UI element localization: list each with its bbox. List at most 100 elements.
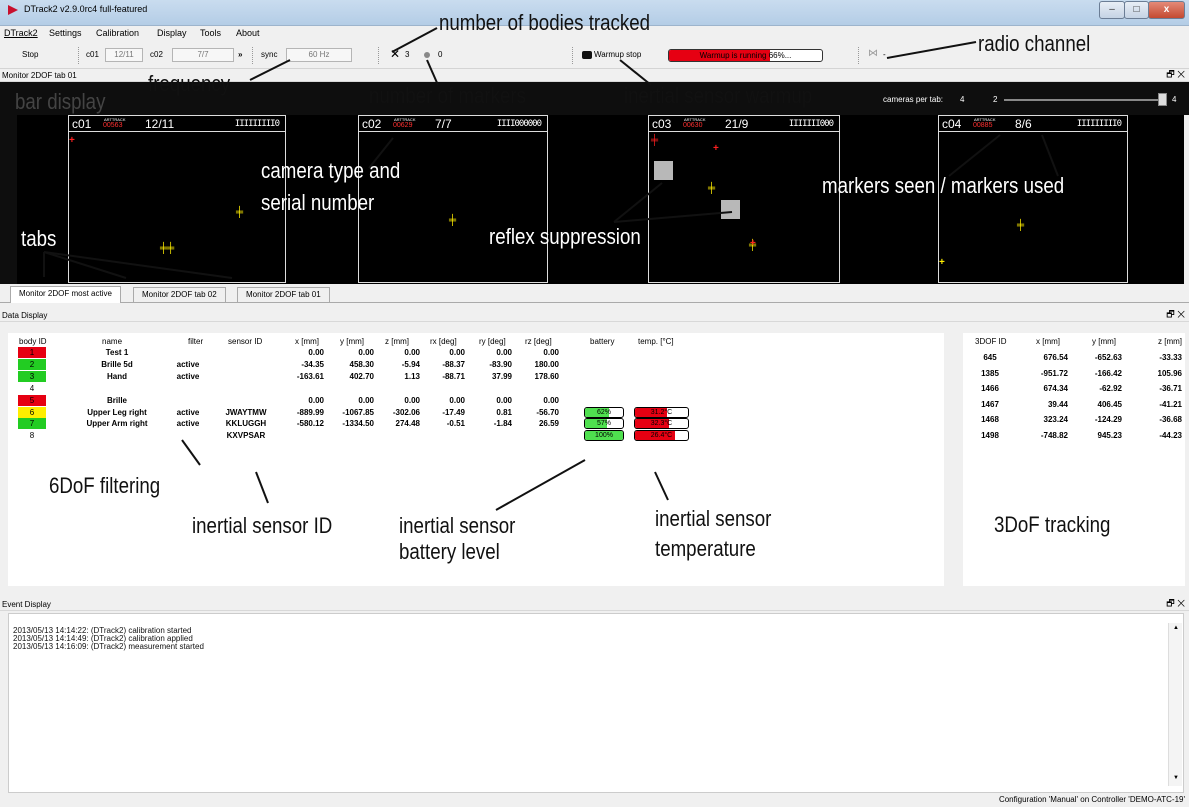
sync-label: sync bbox=[261, 50, 278, 59]
annotation-radio: radio channel bbox=[978, 31, 1091, 56]
body-id-cell[interactable]: 6 bbox=[18, 406, 46, 418]
camera-marker-count: 7/7 bbox=[435, 117, 452, 131]
dof3-header: x [mm] bbox=[1036, 337, 1060, 346]
marker-icon bbox=[424, 52, 430, 58]
toolbar-separator bbox=[252, 47, 253, 64]
annotation-filtering: 6DoF filtering bbox=[49, 473, 161, 498]
camera-serial: 00885 bbox=[973, 122, 993, 129]
close-button[interactable]: x bbox=[1148, 1, 1185, 19]
cameras-per-tab-value: 4 bbox=[960, 95, 965, 104]
cam1-markers-field: 12/11 bbox=[105, 48, 143, 62]
body-id-cell[interactable]: 2 bbox=[18, 358, 46, 370]
event-panel-title: Event Display bbox=[2, 600, 51, 609]
table-cell-rz: 0.00 bbox=[543, 395, 559, 405]
body-id-cell[interactable]: 1 bbox=[18, 347, 46, 358]
event-scrollbar[interactable]: ▲ ▼ bbox=[1168, 623, 1182, 786]
body-id-cell[interactable]: 5 bbox=[18, 394, 46, 406]
tab-monitor-most-active[interactable]: Monitor 2DOF most active bbox=[10, 286, 121, 303]
battery-text: 62% bbox=[596, 408, 611, 416]
table-cell-name: Upper Arm right bbox=[86, 419, 148, 429]
table-cell-y: 458.30 bbox=[349, 359, 374, 369]
camera-marker-count: 8/6 bbox=[1015, 117, 1032, 131]
menu-calibration[interactable]: Calibration bbox=[96, 28, 139, 38]
camera-header: c03 ARTTRACK 00630 21/9 IIIIIII000 bbox=[649, 116, 839, 132]
dof3-cell: -41.21 bbox=[1159, 399, 1182, 409]
table-header: ry [deg] bbox=[479, 337, 506, 346]
minimize-button[interactable]: – bbox=[1099, 1, 1125, 19]
marker-red: + bbox=[69, 135, 75, 146]
dof3-cell: -36.71 bbox=[1159, 384, 1182, 393]
cameras-slider-thumb[interactable] bbox=[1158, 93, 1167, 106]
table-cell-x: -889.99 bbox=[296, 407, 324, 417]
dof3-cell: -748.82 bbox=[1040, 430, 1068, 440]
dof3-cell: 323.24 bbox=[1043, 415, 1068, 424]
menu-tools[interactable]: Tools bbox=[200, 28, 221, 38]
marker-red: + bbox=[750, 238, 756, 249]
dof3-cell: 1385 bbox=[981, 368, 999, 378]
camera-signal-bars: IIIIIIIII0 bbox=[1076, 119, 1122, 129]
table-cell-sensor: KKLUGGH bbox=[225, 419, 267, 429]
table-cell-filter: active bbox=[176, 359, 200, 369]
table-cell-ry: 0.00 bbox=[496, 348, 512, 357]
tab-monitor-tab-01[interactable]: Monitor 2DOF tab 01 bbox=[237, 287, 330, 302]
dof3-cell: -33.33 bbox=[1159, 353, 1182, 362]
tab-monitor-tab-02[interactable]: Monitor 2DOF tab 02 bbox=[133, 287, 226, 302]
monitor-left-strip bbox=[0, 115, 17, 284]
camera-serial: 00630 bbox=[683, 122, 703, 129]
camera-signal-bars: IIII000000 bbox=[496, 119, 542, 129]
table-cell-ry: 37.99 bbox=[491, 371, 512, 381]
menu-display[interactable]: Display bbox=[157, 28, 187, 38]
dof3-cell: -652.63 bbox=[1094, 353, 1122, 362]
menu-dtrack2[interactable]: DTrack2 bbox=[4, 28, 38, 38]
body-id-cell[interactable]: 7 bbox=[18, 418, 46, 430]
data-panel-title: Data Display bbox=[2, 311, 48, 320]
dof3-header: z [mm] bbox=[1158, 337, 1182, 346]
annotation-bar-display: bar display bbox=[15, 89, 106, 114]
panel-float-close-icon[interactable]: 🗗 ✕ bbox=[1166, 69, 1185, 80]
annotation-camera-type-2: serial number bbox=[261, 190, 375, 215]
table-cell-name: Brille 5d bbox=[101, 359, 133, 369]
table-cell-ry: -1.84 bbox=[493, 419, 512, 429]
dof3-cell: 945.23 bbox=[1097, 430, 1122, 440]
table-cell-filter: active bbox=[176, 371, 200, 381]
table-cell-y: -1334.50 bbox=[342, 419, 374, 429]
table-cell-rx: 0.00 bbox=[449, 348, 465, 357]
table-cell-rx: -0.51 bbox=[446, 419, 465, 429]
camera-id: c04 bbox=[942, 117, 962, 131]
cameras-slider-track[interactable] bbox=[1004, 99, 1166, 101]
table-cell-name: Test 1 bbox=[105, 348, 129, 357]
more-chevron-icon[interactable]: » bbox=[238, 50, 242, 59]
battery-level-bar: 57% bbox=[584, 418, 624, 430]
toolbar-separator bbox=[78, 47, 79, 64]
dof3-cell: 674.34 bbox=[1043, 384, 1068, 393]
scroll-down-icon[interactable]: ▼ bbox=[1173, 775, 1179, 781]
table-cell-x: -163.61 bbox=[296, 371, 324, 381]
scroll-up-icon[interactable]: ▲ bbox=[1173, 625, 1179, 631]
table-header: rz [deg] bbox=[525, 337, 552, 346]
camera-marker-count: 12/11 bbox=[145, 117, 175, 131]
panel-float-close-icon[interactable]: 🗗 ✕ bbox=[1166, 309, 1185, 320]
marker-yellow: ╪ bbox=[449, 215, 457, 226]
camera-header: c02 ARTTRACK 00629 7/7 IIII000000 bbox=[359, 116, 547, 132]
menu-settings[interactable]: Settings bbox=[49, 28, 82, 38]
body-id-cell[interactable]: 8 bbox=[18, 430, 46, 441]
warmup-stop-button[interactable]: Warmup stop bbox=[594, 50, 641, 59]
camera-header: c04 ARTTRACK 00885 8/6 IIIIIIIII0 bbox=[939, 116, 1127, 132]
monitor-panel-title: Monitor 2DOF tab 01 bbox=[2, 71, 77, 80]
table-header: body ID bbox=[19, 337, 47, 346]
stop-button[interactable]: Stop bbox=[22, 50, 38, 59]
bodies-icon: ✕ bbox=[390, 47, 401, 61]
menu-about[interactable]: About bbox=[236, 28, 260, 38]
body-id-cell[interactable]: 3 bbox=[18, 370, 46, 382]
cam1-label: c01 bbox=[86, 50, 99, 59]
camera-view-c03: c03 ARTTRACK 00630 21/9 IIIIIII000 ╪ + ╪… bbox=[648, 115, 840, 283]
maximize-button[interactable]: □ bbox=[1124, 1, 1149, 19]
body-id-cell[interactable]: 4 bbox=[18, 383, 46, 394]
table-header: battery bbox=[590, 337, 615, 346]
table-cell-y: 0.00 bbox=[358, 395, 374, 405]
warmup-progress-text: Warmup is running 66%... bbox=[699, 51, 792, 60]
table-cell-rx: 0.00 bbox=[449, 395, 465, 405]
table-header: name bbox=[102, 337, 123, 346]
annotation-temp-2: temperature bbox=[655, 536, 756, 561]
panel-float-close-icon[interactable]: 🗗 ✕ bbox=[1166, 598, 1185, 609]
